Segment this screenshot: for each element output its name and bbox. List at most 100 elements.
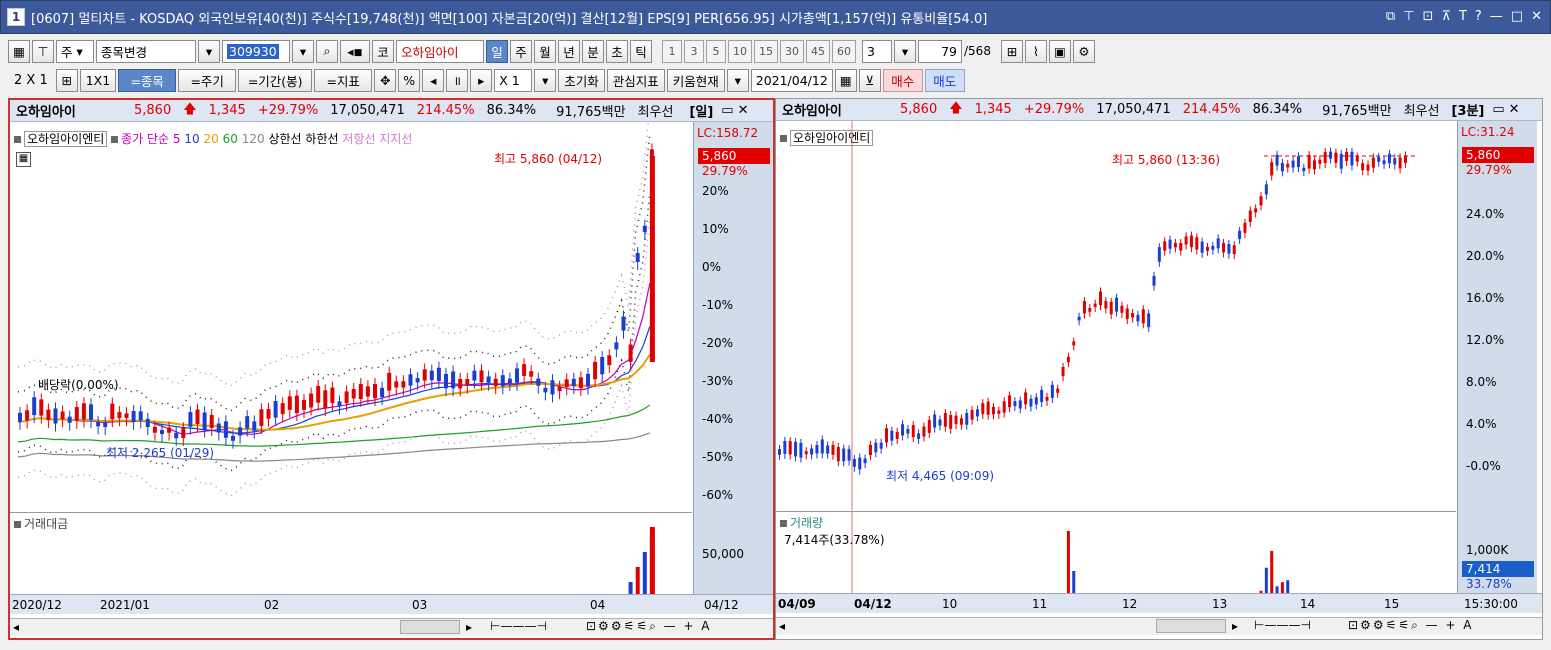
prev-icon[interactable]: ◂ [422, 68, 445, 92]
maximize-button[interactable]: □ [1511, 9, 1523, 24]
chevron-down-icon[interactable]: ▾ [534, 68, 557, 92]
interval-10[interactable]: 10 [728, 39, 752, 63]
save-icon[interactable]: ▣ [1048, 39, 1071, 63]
sync-period-button[interactable]: =주기 [178, 68, 237, 92]
period-tick-tab[interactable]: 틱 [630, 39, 652, 63]
stock-name-field[interactable]: 오하임아이 [396, 39, 484, 63]
next-icon[interactable]: ▸ [470, 68, 493, 92]
kiwoom-current-button[interactable]: 키움현재 [666, 68, 725, 92]
left-chart-panel[interactable]: 오하임아이 5,860 🡅 1,345 +29.79% 17,050,471 21… [8, 98, 775, 640]
snap-icon[interactable]: ⊡ [1423, 9, 1434, 24]
multiplier-select[interactable]: X 1 [494, 68, 533, 92]
chevron-down-icon[interactable]: ▾ [292, 39, 314, 63]
chevron-down-icon[interactable]: ▾ [726, 68, 749, 92]
help-icon[interactable]: ? [1475, 9, 1482, 24]
candle [117, 412, 122, 419]
interval-60[interactable]: 60 [832, 39, 856, 63]
toolbar-main: ▦ ⊤ 주 ▾ 종목변경 ▾ 309930 ▾ ⌕ ◂◾ 코 오하임아이 일 주… [8, 37, 1095, 65]
right-scrollbar[interactable]: ◂ ▸ ⊢———⊣ ⊡⚙⚙⚟⚟⌕ — + A [776, 617, 1542, 635]
zoom-slider[interactable]: ⊢———⊣ [1254, 618, 1311, 632]
market-select[interactable]: 주 ▾ [56, 39, 94, 63]
period-second-tab[interactable]: 초 [606, 39, 628, 63]
sound-icon[interactable]: ◂◾ [340, 39, 370, 63]
interval-45[interactable]: 45 [806, 39, 830, 63]
watch-indicator-button[interactable]: 관심지표 [606, 68, 665, 92]
zoom-slider[interactable]: ⊢———⊣ [490, 619, 547, 633]
candle [1115, 297, 1119, 312]
candle-settings-icon[interactable]: ⊞ [1000, 39, 1023, 63]
maximize-icon[interactable]: ▭ [719, 103, 735, 118]
close-button[interactable]: ✕ [1531, 9, 1542, 24]
pin-icon[interactable]: ⊤ [32, 39, 54, 63]
chevron-down-icon[interactable]: ▾ [894, 39, 916, 63]
scroll-left-icon[interactable]: ◂ [13, 620, 19, 634]
top-icon[interactable]: ⊼ [1441, 9, 1451, 24]
lower-band-line [17, 191, 651, 472]
sync-range-button[interactable]: =기간(봉) [238, 68, 313, 92]
chevron-down-icon[interactable]: ▾ [198, 39, 220, 63]
filter-icon[interactable]: ⊻ [858, 68, 881, 92]
type-toggle[interactable]: 코 [372, 39, 394, 63]
chart-tools-icon[interactable]: ⊡⚙⚙⚟⚟⌕ — + A [1348, 618, 1474, 633]
interval-input[interactable]: 3 [862, 39, 892, 63]
right-chart-panel[interactable]: 오하임아이 5,860 🡅 1,345 +29.79% 17,050,471 21… [775, 98, 1543, 640]
scroll-left-icon[interactable]: ◂ [779, 619, 785, 633]
percent-toggle[interactable]: % [398, 68, 421, 92]
search-icon[interactable]: ⌕ [316, 39, 338, 63]
reset-button[interactable]: 초기화 [558, 68, 605, 92]
chart-icon[interactable]: ▦ [8, 39, 30, 63]
candle [280, 403, 285, 415]
candle [1232, 245, 1236, 255]
candle [1222, 243, 1226, 253]
move-icon[interactable]: ✥ [374, 68, 397, 92]
interval-3[interactable]: 3 [684, 39, 704, 63]
stock-change-select[interactable]: 종목변경 [96, 39, 196, 63]
link-icon[interactable]: ⧉ [1386, 9, 1395, 24]
candle [223, 421, 228, 438]
sell-button[interactable]: 매도 [924, 68, 965, 92]
x-label: 04/12 [854, 597, 892, 611]
candle [1227, 243, 1231, 254]
page-position-input[interactable]: 79 [918, 39, 962, 63]
price: 5,860 [134, 103, 172, 118]
candle [1018, 400, 1022, 409]
close-icon[interactable]: ✕ [736, 103, 751, 118]
scroll-right-icon[interactable]: ▸ [1232, 619, 1238, 633]
vol-y-tick: 1,000K [1466, 543, 1509, 557]
sync-stock-button[interactable]: =종목 [118, 68, 177, 92]
interval-30[interactable]: 30 [780, 39, 804, 63]
calendar-icon[interactable]: ▦ [834, 68, 857, 92]
candle [330, 387, 335, 404]
period-year-tab[interactable]: 년 [558, 39, 580, 63]
left-scrollbar[interactable]: ◂ ▸ ⊢———⊣ ⊡⚙⚙⚟⚟⌕ — + A [10, 618, 773, 636]
low-label: 최저 4,465 (09:09) [886, 469, 995, 483]
date-input[interactable]: 2021/04/12 [750, 68, 833, 92]
maximize-icon[interactable]: ▭ [1490, 102, 1506, 117]
code-input[interactable]: 309930 [222, 39, 290, 63]
gear-icon[interactable]: ⚙ [1072, 39, 1095, 63]
period-minute-tab[interactable]: 분 [582, 39, 604, 63]
interval-15[interactable]: 15 [754, 39, 778, 63]
close-icon[interactable]: ✕ [1507, 102, 1522, 117]
period-month-tab[interactable]: 월 [534, 39, 556, 63]
grid-icon[interactable]: ⊞ [55, 68, 78, 92]
sync-indicator-button[interactable]: =지표 [314, 68, 373, 92]
trend-icon[interactable]: ⌇ [1024, 39, 1047, 63]
minimize-button[interactable]: — [1490, 9, 1503, 24]
candle [1120, 305, 1124, 313]
pin-icon[interactable]: ⊤ [1403, 9, 1414, 24]
interval-5[interactable]: 5 [706, 39, 726, 63]
period-day-tab[interactable]: 일 [486, 39, 508, 63]
interval-1[interactable]: 1 [662, 39, 682, 63]
font-icon[interactable]: T [1459, 9, 1467, 24]
layout-1x1-button[interactable]: 1X1 [79, 68, 117, 92]
chart-tools-icon[interactable]: ⊡⚙⚙⚟⚟⌕ — + A [586, 619, 712, 634]
scroll-thumb[interactable] [1156, 619, 1226, 633]
pause-icon[interactable]: ॥ [446, 68, 469, 92]
candle [323, 390, 328, 409]
scroll-thumb[interactable] [400, 620, 460, 634]
buy-button[interactable]: 매수 [882, 68, 923, 92]
scroll-right-icon[interactable]: ▸ [466, 620, 472, 634]
period-week-tab[interactable]: 주 [510, 39, 532, 63]
candle [895, 431, 899, 439]
